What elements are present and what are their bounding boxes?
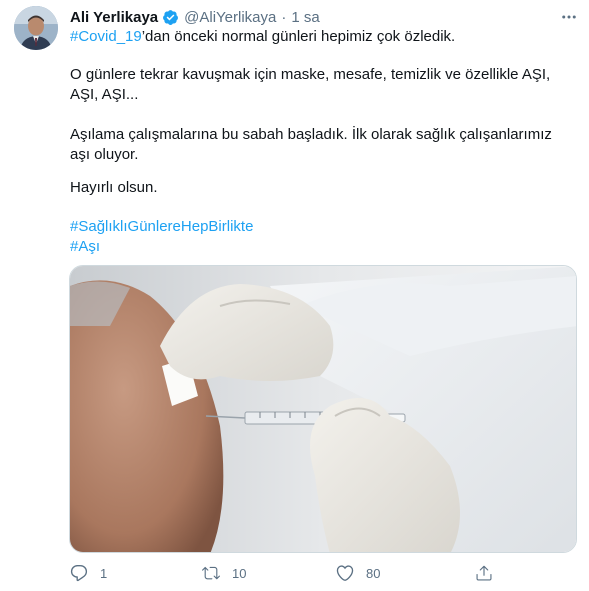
like-icon: [336, 565, 354, 581]
reply-count: 1: [100, 565, 108, 581]
tweet-paragraph-3: Aşılama çalışmalarına bu sabah başladık.…: [70, 126, 552, 163]
tweet-media-image[interactable]: [69, 265, 577, 553]
avatar-image: [14, 6, 58, 50]
retweet-icon: [202, 566, 220, 580]
share-icon: [476, 565, 492, 581]
reply-icon: [70, 564, 88, 582]
tweet-header: Ali Yerlikaya @AliYerlikaya · 1 sa: [70, 7, 320, 27]
hashtag-saglikli-gunlere[interactable]: #SağlıklıGünlereHepBirlikte: [70, 217, 253, 237]
tweet-timestamp[interactable]: 1 sa: [291, 9, 319, 26]
retweet-button[interactable]: 10: [202, 561, 246, 585]
tweet-paragraph-1: #Covid_19’dan önceki normal günleri hepi…: [70, 27, 455, 47]
hashtag-asi[interactable]: #Aşı: [70, 237, 100, 257]
retweet-count: 10: [232, 565, 247, 581]
verified-badge-icon: [162, 9, 179, 26]
avatar[interactable]: [14, 6, 58, 50]
tweet-paragraph-4: Hayırlı olsun.: [70, 179, 158, 196]
tweet-actions: 1 10 80: [64, 561, 504, 585]
like-button[interactable]: 80: [336, 561, 380, 585]
hashtag-covid[interactable]: #Covid_19: [70, 28, 142, 45]
paragraph-1-text: ’dan önceki normal günleri hepimiz çok ö…: [141, 28, 456, 45]
more-icon[interactable]: [558, 6, 580, 28]
separator-dot: ·: [281, 8, 287, 26]
share-button[interactable]: [475, 561, 493, 585]
reply-button[interactable]: 1: [70, 561, 107, 585]
author-name[interactable]: Ali Yerlikaya: [70, 9, 158, 26]
author-handle[interactable]: @AliYerlikaya: [184, 9, 276, 26]
like-count: 80: [366, 565, 381, 581]
tweet: Ali Yerlikaya @AliYerlikaya · 1 sa #Covi…: [0, 0, 589, 591]
tweet-paragraph-2: O günlere tekrar kavuşmak için maske, me…: [70, 66, 551, 103]
